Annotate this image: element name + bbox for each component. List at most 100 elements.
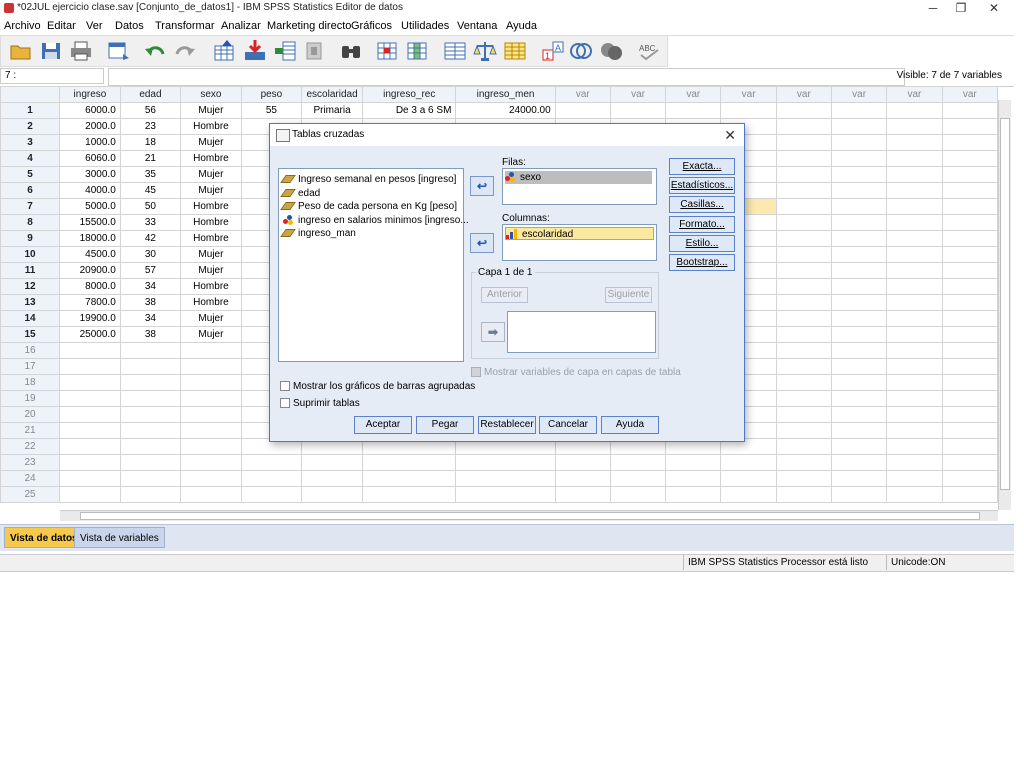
data-cell[interactable] [775,278,833,295]
row-number[interactable]: 21 [0,422,61,439]
row-number[interactable]: 20 [0,406,61,423]
row-number[interactable]: 15 [0,326,61,343]
data-cell[interactable]: Hombre [180,294,242,311]
data-cell[interactable] [775,294,833,311]
data-cell[interactable] [830,390,888,407]
help-button[interactable]: Ayuda [601,416,659,434]
data-cell[interactable] [59,438,121,455]
row-number[interactable]: 2 [0,118,61,135]
open-icon[interactable] [9,40,33,62]
data-cell[interactable] [119,454,182,471]
data-cell[interactable] [665,102,722,119]
data-cell[interactable]: 3000.0 [59,166,121,183]
data-cell[interactable]: Mujer [180,310,242,327]
rows-item-sexo[interactable]: sexo [505,171,652,184]
data-cell[interactable]: 42 [119,230,182,247]
next-layer-button[interactable]: Siguiente [605,287,652,303]
data-cell[interactable] [119,422,182,439]
dialog-recall-icon[interactable] [107,40,131,62]
data-cell[interactable] [775,486,833,503]
data-cell[interactable]: Mujer [180,166,242,183]
data-cell[interactable]: 33 [119,214,182,231]
data-cell[interactable] [830,182,888,199]
use-sets-icon[interactable] [569,40,593,62]
find-icon[interactable] [339,40,363,62]
data-cell[interactable] [240,486,303,503]
data-cell[interactable]: 4500.0 [59,246,121,263]
data-cell[interactable] [830,278,888,295]
data-cell[interactable]: 5000.0 [59,198,121,215]
data-cell[interactable] [180,358,242,375]
data-cell[interactable] [941,102,998,119]
data-cell[interactable] [941,454,998,471]
data-cell[interactable] [59,358,121,375]
cancel-button[interactable]: Cancelar [539,416,597,434]
move-to-rows-button[interactable]: ↩ [470,176,494,196]
data-cell[interactable] [775,246,833,263]
data-cell[interactable] [886,470,943,487]
menu-analizar[interactable]: Analizar [221,20,261,32]
column-header-4[interactable]: escolaridad [301,86,364,103]
row-number[interactable]: 5 [0,166,61,183]
data-cell[interactable] [554,102,611,119]
data-cell[interactable] [886,310,943,327]
spell-check-icon[interactable]: ABC [637,40,661,62]
data-cell[interactable] [455,470,556,487]
suppress-tables-checkbox[interactable] [280,398,290,408]
data-cell[interactable] [180,374,242,391]
column-header-2[interactable]: sexo [180,86,242,103]
data-cell[interactable]: Primaria [301,102,364,119]
data-cell[interactable] [301,454,364,471]
source-variable-item[interactable]: Ingreso semanal en pesos [ingreso] [280,173,456,186]
data-cell[interactable]: Mujer [180,246,242,263]
data-cell[interactable] [886,134,943,151]
source-variable-item[interactable]: edad [280,187,320,200]
data-cell[interactable] [886,246,943,263]
data-cell[interactable] [830,358,888,375]
data-cell[interactable]: Mujer [180,134,242,151]
data-cell[interactable]: 56 [119,102,182,119]
weight-cases-icon[interactable] [473,40,497,62]
data-cell[interactable]: 8000.0 [59,278,121,295]
data-cell[interactable]: 2000.0 [59,118,121,135]
vertical-scrollbar[interactable] [998,100,1011,510]
data-cell[interactable] [362,486,457,503]
data-cell[interactable] [886,438,943,455]
data-cell[interactable] [59,342,121,359]
row-number[interactable]: 7 [0,198,61,215]
data-cell[interactable] [180,390,242,407]
data-cell[interactable] [941,342,998,359]
data-cell[interactable] [941,262,998,279]
data-cell[interactable] [941,326,998,343]
data-cell[interactable] [59,454,121,471]
row-number[interactable]: 1 [0,102,61,119]
close-window-button[interactable]: ✕ [979,0,1009,17]
data-cell[interactable] [180,454,242,471]
data-cell[interactable]: 24000.00 [455,102,556,119]
data-cell[interactable] [609,102,667,119]
row-number[interactable]: 22 [0,438,61,455]
save-icon[interactable] [39,40,63,62]
undo-icon[interactable] [143,40,167,62]
data-cell[interactable] [886,182,943,199]
data-cell[interactable] [775,438,833,455]
paste-button[interactable]: Pegar [416,416,474,434]
style-button[interactable]: Estilo... [669,235,735,252]
data-cell[interactable] [830,422,888,439]
data-cell[interactable]: Hombre [180,278,242,295]
data-cell[interactable]: Mujer [180,326,242,343]
data-cell[interactable]: 7800.0 [59,294,121,311]
data-cell[interactable]: 25000.0 [59,326,121,343]
data-cell[interactable]: Mujer [180,182,242,199]
menu-utilidades[interactable]: Utilidades [401,20,449,32]
row-number[interactable]: 23 [0,454,61,471]
data-cell[interactable]: Hombre [180,150,242,167]
data-cell[interactable] [609,454,667,471]
menu-graficos[interactable]: Gráficos [351,20,392,32]
data-cell[interactable] [830,134,888,151]
menu-marketing-directo[interactable]: Marketing directo [267,20,351,32]
data-cell[interactable]: De 3 a 6 SM [362,102,457,119]
row-number[interactable]: 10 [0,246,61,263]
data-cell[interactable] [665,454,722,471]
horizontal-scroll-thumb[interactable] [80,512,980,520]
